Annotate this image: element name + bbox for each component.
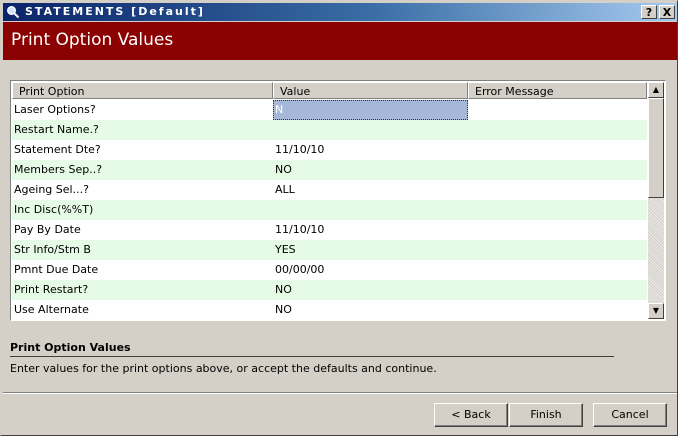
option-name-cell: Members Sep..? [14,163,103,176]
table-row[interactable]: Inc Disc(%%T) [12,200,647,220]
error-message-cell [468,240,647,260]
value-cell[interactable]: NO [273,300,468,319]
back-button[interactable]: < Back [434,403,508,427]
error-message-cell [468,200,647,220]
grid-body: Print Option Value Error Message Laser O… [12,82,647,319]
scroll-thumb[interactable] [648,98,664,198]
table-row[interactable]: Laser Options? N [12,100,647,120]
option-name-cell: Pmnt Due Date [14,263,99,276]
option-name-cell: Laser Options? [14,103,96,116]
option-name-cell: Ageing Sel...? [14,183,89,196]
help-text: Enter values for the print options above… [10,362,437,375]
value-cell[interactable]: NO [273,160,468,180]
column-header-print-option[interactable]: Print Option [12,82,273,99]
error-message-cell [468,160,647,180]
value-cell[interactable]: 00/00/00 [273,260,468,280]
help-title: Print Option Values [10,341,131,354]
magnifier-icon [6,5,20,19]
column-header-value[interactable]: Value [273,82,468,99]
title-bar[interactable]: STATEMENTS [Default] ? X [3,3,677,21]
window-title: STATEMENTS [Default] [25,5,205,18]
table-row[interactable]: Ageing Sel...? ALL [12,180,647,200]
table-row[interactable]: Pmnt Due Date 00/00/00 [12,260,647,280]
table-row[interactable]: Str Info/Stm B YES [12,240,647,260]
options-grid: Print Option Value Error Message Laser O… [10,80,666,321]
footer-divider [3,392,677,394]
error-message-cell [468,300,647,319]
dialog-window: STATEMENTS [Default] ? X Print Option Va… [0,0,678,436]
table-row[interactable]: Pay By Date 11/10/10 [12,220,647,240]
value-cell[interactable]: 11/10/10 [273,140,468,160]
header-banner: Print Option Values [3,22,677,60]
finish-button[interactable]: Finish [509,403,583,427]
value-cell[interactable]: 11/10/10 [273,220,468,240]
value-cell[interactable] [273,120,468,140]
error-message-cell [468,140,647,160]
table-row[interactable]: Restart Name.? [12,120,647,140]
grid-rows: Laser Options? N Restart Name.? Statemen… [12,100,647,319]
value-cell[interactable]: YES [273,240,468,260]
error-message-cell [468,280,647,300]
option-name-cell: Statement Dte? [14,143,101,156]
table-row[interactable]: Print Restart? NO [12,280,647,300]
value-cell[interactable] [273,200,468,220]
error-message-cell [468,120,647,140]
option-name-cell: Restart Name.? [14,123,99,136]
scroll-down-icon[interactable]: ▼ [648,303,664,319]
table-row[interactable]: Statement Dte? 11/10/10 [12,140,647,160]
page-title: Print Option Values [11,30,174,50]
help-button[interactable]: ? [641,5,657,19]
error-message-cell [468,220,647,240]
table-row[interactable]: Use Alternate NO [12,300,647,319]
help-divider [10,356,614,357]
vertical-scrollbar[interactable]: ▲ ▼ [648,82,664,319]
option-name-cell: Inc Disc(%%T) [14,203,94,216]
option-name-cell: Print Restart? [14,283,89,296]
option-name-cell: Use Alternate [14,303,89,316]
close-button[interactable]: X [659,5,675,19]
option-name-cell: Pay By Date [14,223,81,236]
error-message-cell [468,100,647,120]
value-cell-selected[interactable]: N [273,100,468,120]
value-cell[interactable]: NO [273,280,468,300]
option-name-cell: Str Info/Stm B [14,243,91,256]
scroll-up-icon[interactable]: ▲ [648,82,664,98]
error-message-cell [468,260,647,280]
value-cell[interactable]: ALL [273,180,468,200]
table-row[interactable]: Members Sep..? NO [12,160,647,180]
column-header-error-message[interactable]: Error Message [468,82,647,99]
error-message-cell [468,180,647,200]
cancel-button[interactable]: Cancel [593,403,667,427]
grid-header: Print Option Value Error Message [12,82,647,99]
